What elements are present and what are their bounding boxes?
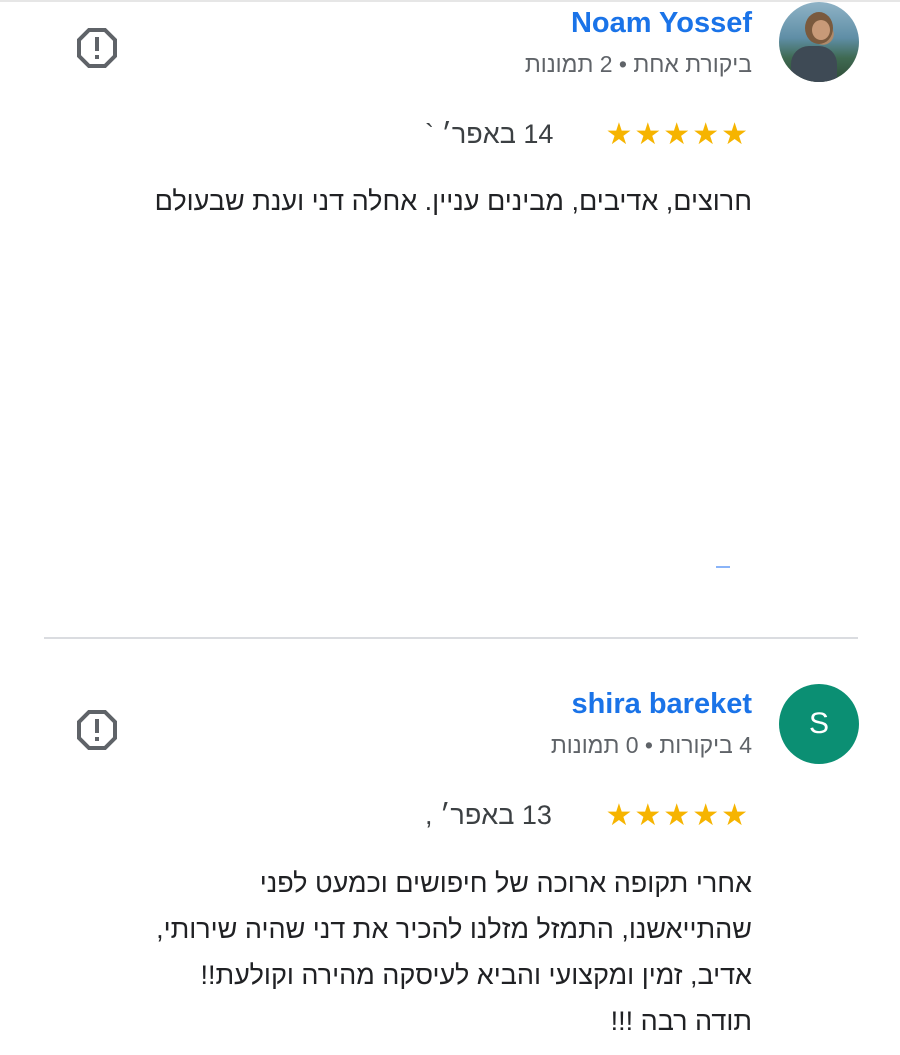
review-text: חרוצים, אדיבים, מבינים עניין. אחלה דני ו… <box>155 178 752 224</box>
avatar-face <box>812 20 830 40</box>
faint-mark <box>716 566 730 568</box>
review-text-line: חרוצים, אדיבים, מבינים עניין. אחלה דני ו… <box>154 186 752 216</box>
reviewer-name[interactable]: shira bareket <box>571 688 752 721</box>
review-divider <box>44 637 858 639</box>
review-card: S shira bareket 4 ביקורות • 0 תמונות ★★★… <box>0 640 900 1055</box>
report-icon[interactable] <box>76 709 118 751</box>
review-text-line: שהתייאשנו, התמזל מזלנו להכיר את דני שהיה… <box>156 914 752 944</box>
review-text-line: אדיב, זמין ומקצועי והביא לעיסקה מהירה וק… <box>200 960 752 990</box>
reviewer-avatar[interactable]: S <box>779 684 859 764</box>
review-date: 13 באפר׳ , <box>425 800 552 830</box>
avatar-letter: S <box>808 707 829 740</box>
reviewer-name[interactable]: Noam Yossef <box>571 7 752 40</box>
reviewer-meta: 4 ביקורות • 0 תמונות <box>550 732 752 758</box>
avatar-shirt <box>791 46 837 82</box>
reviewer-avatar[interactable] <box>779 2 859 82</box>
review-card: Noam Yossef ביקורת אחת • 2 תמונות ★★★★★ … <box>0 0 900 636</box>
report-icon[interactable] <box>76 27 118 69</box>
star-rating: ★★★★★ <box>605 799 750 832</box>
review-text-line: תודה רבה !!! <box>610 1006 752 1036</box>
review-text: אחרי תקופה ארוכה של חיפושים וכמעט לפני ש… <box>156 860 752 1044</box>
review-text-line: אחרי תקופה ארוכה של חיפושים וכמעט לפני <box>259 868 752 898</box>
reviewer-meta: ביקורת אחת • 2 תמונות <box>524 51 752 77</box>
review-date: 14 באפר׳ ` <box>425 119 554 149</box>
star-rating: ★★★★★ <box>605 118 750 151</box>
